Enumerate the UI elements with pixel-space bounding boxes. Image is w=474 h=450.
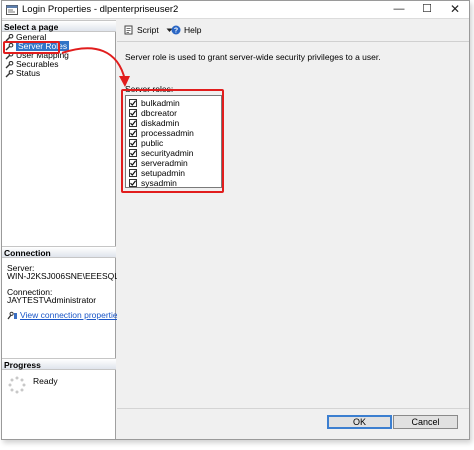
maximize-button[interactable]: ☐ bbox=[413, 1, 441, 19]
cancel-button[interactable]: Cancel bbox=[393, 415, 458, 429]
script-icon bbox=[124, 25, 133, 35]
minimize-button[interactable]: — bbox=[385, 1, 413, 19]
server-value: WIN-J2KSJ006SNE\EEESQL bbox=[7, 271, 119, 281]
login-properties-window: Login Properties - dlpenterpriseuser2 — … bbox=[1, 0, 470, 440]
main-panel: Script ? Help Server role is used to gra… bbox=[117, 20, 469, 408]
page-item-status[interactable]: Status bbox=[2, 69, 116, 78]
help-button[interactable]: ? Help bbox=[171, 25, 201, 35]
ok-button[interactable]: OK bbox=[327, 415, 392, 429]
server-role-description: Server role is used to grant server-wide… bbox=[125, 52, 381, 62]
dialog-button-bar: OK Cancel bbox=[117, 408, 469, 439]
window-title: Login Properties - dlpenterpriseuser2 bbox=[22, 4, 179, 15]
page-list: General Server Roles User Mapping Secura… bbox=[2, 33, 116, 78]
left-panel: Select a page General Server Roles User … bbox=[2, 20, 122, 439]
view-connection-properties-label: View connection properties bbox=[20, 310, 122, 320]
page-item-label: Status bbox=[16, 68, 41, 78]
connection-properties-icon bbox=[7, 311, 17, 320]
title-bar[interactable]: Login Properties - dlpenterpriseuser2 — … bbox=[2, 1, 469, 19]
progress-spinner-icon bbox=[8, 376, 26, 394]
script-label: Script bbox=[137, 25, 159, 35]
select-page-header: Select a page bbox=[2, 20, 116, 32]
close-button[interactable]: ✕ bbox=[441, 1, 469, 19]
login-properties-icon bbox=[6, 5, 18, 15]
progress-header: Progress bbox=[2, 358, 116, 370]
svg-text:?: ? bbox=[174, 28, 178, 35]
wrench-icon bbox=[5, 61, 14, 69]
script-button[interactable]: Script bbox=[124, 25, 173, 35]
help-icon: ? bbox=[171, 25, 181, 35]
toolbar: Script ? Help bbox=[117, 20, 469, 42]
progress-status: Ready bbox=[33, 376, 58, 386]
server-roles-highlight-box bbox=[121, 89, 224, 193]
server-roles-highlight-box bbox=[3, 41, 60, 54]
help-label: Help bbox=[184, 25, 202, 35]
connection-value: JAYTEST\Administrator bbox=[7, 295, 97, 305]
connection-header: Connection bbox=[2, 246, 116, 258]
wrench-icon bbox=[5, 70, 14, 78]
